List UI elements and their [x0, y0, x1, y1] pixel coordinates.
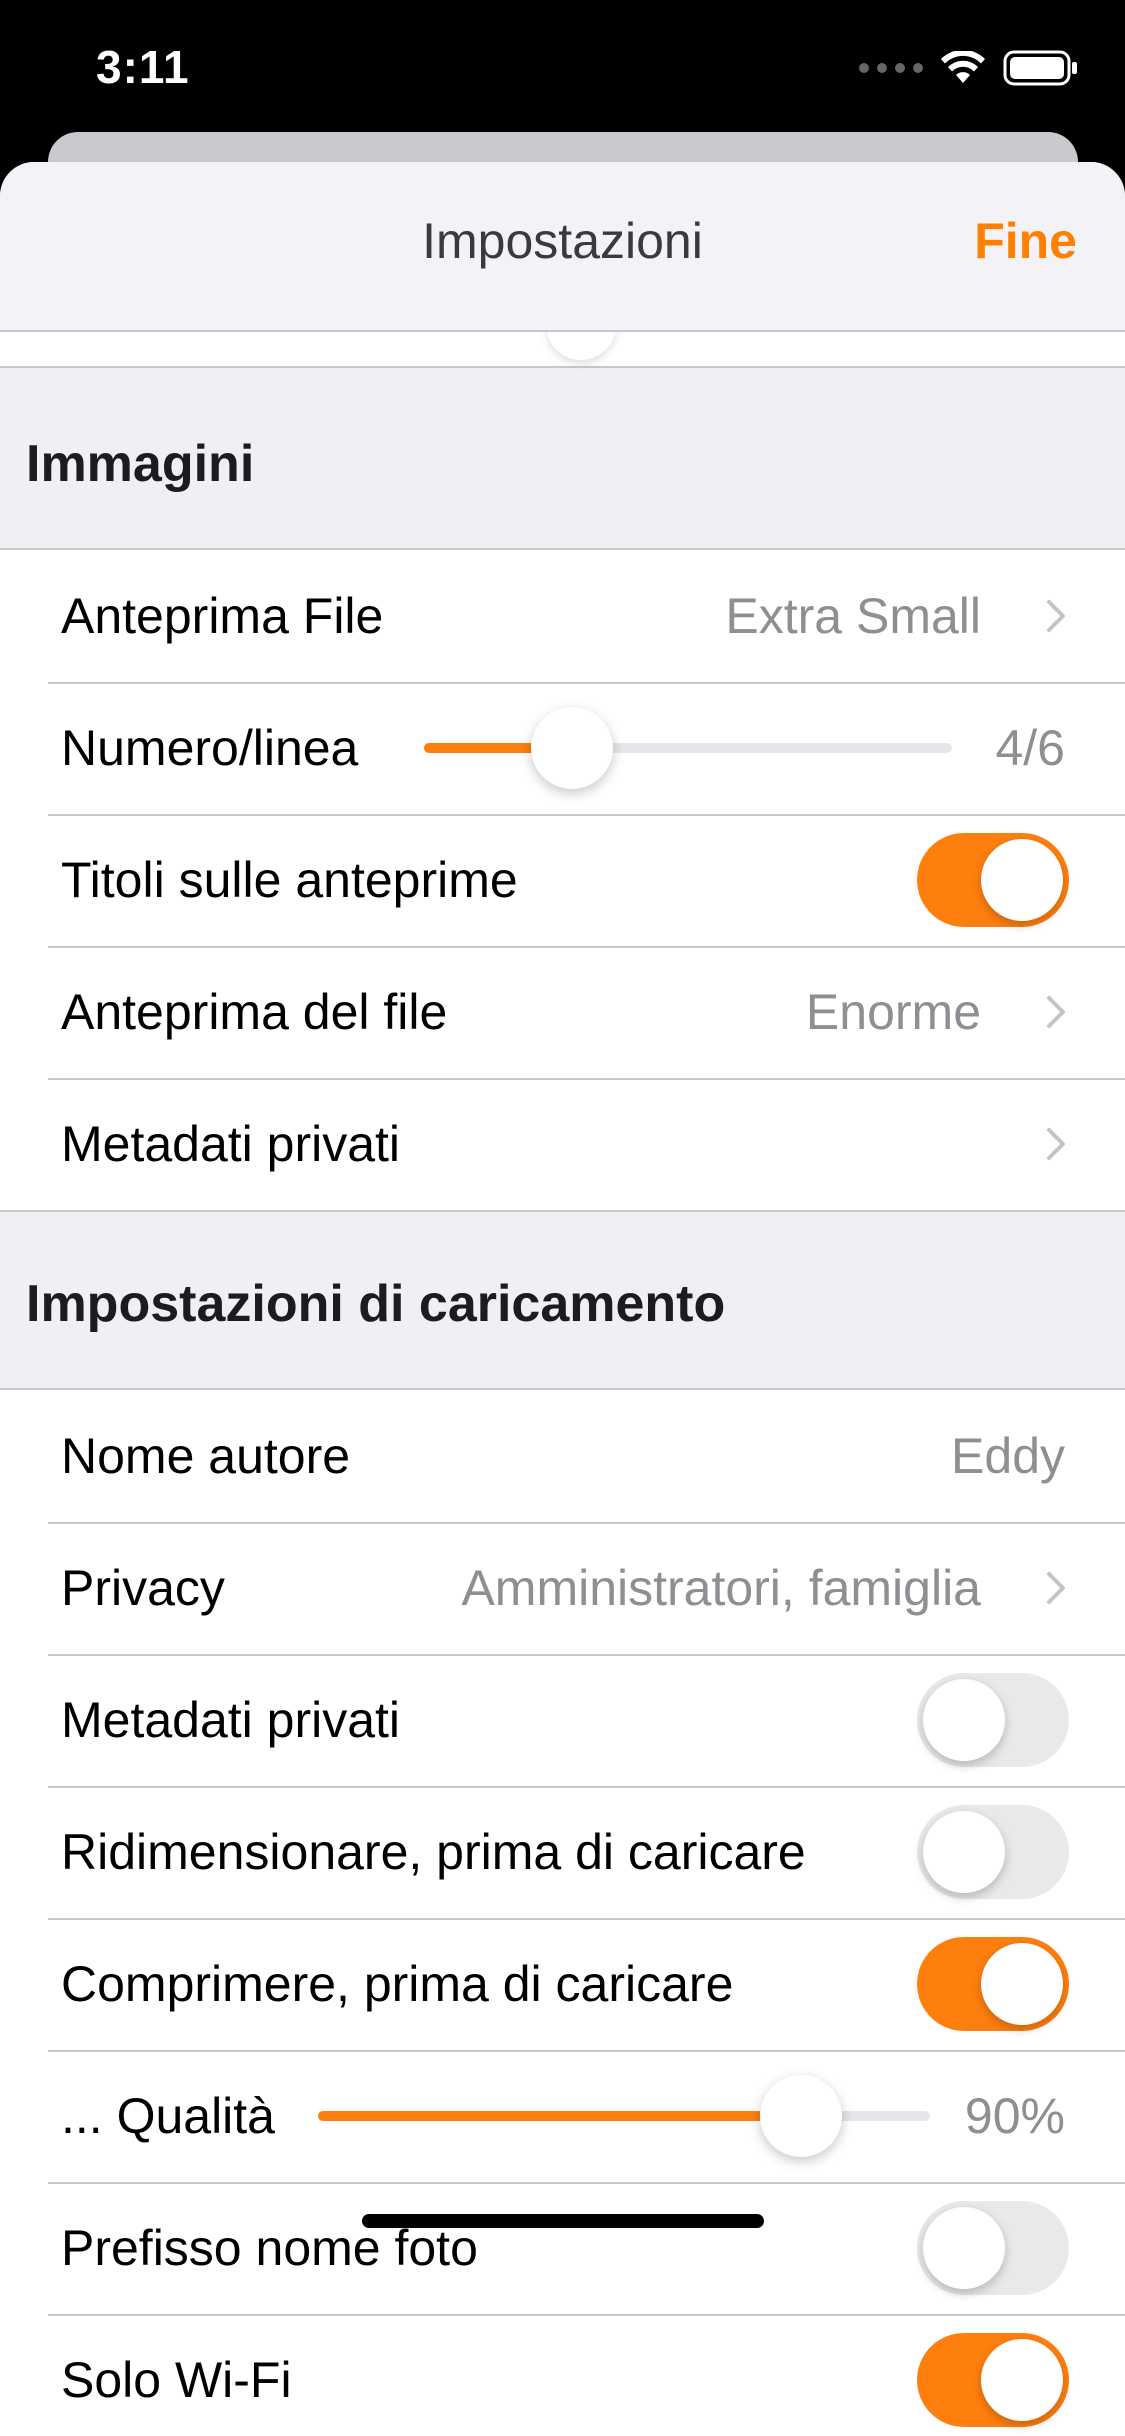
compress-before-upload-label: Comprimere, prima di caricare [61, 1956, 734, 2012]
done-button[interactable]: Fine [974, 212, 1077, 270]
strip-metadata-toggle[interactable] [917, 1673, 1069, 1767]
private-metadata-label: Metadati privati [61, 1116, 401, 1172]
status-bar: 3:11 [0, 0, 1125, 140]
images-per-row-label: Numero/linea [61, 720, 359, 776]
chevron-right-icon [1047, 1572, 1065, 1604]
chevron-right-icon [1047, 996, 1065, 1028]
images-per-row-row: Numero/linea 4/6 [0, 682, 1125, 814]
resize-before-upload-label: Ridimensionare, prima di caricare [61, 1824, 806, 1880]
resize-before-upload-toggle[interactable] [917, 1805, 1069, 1899]
wifi-only-label: Solo Wi-Fi [61, 2352, 292, 2408]
resize-before-upload-row: Ridimensionare, prima di caricare [0, 1786, 1125, 1918]
navigation-bar: Impostazioni Fine [0, 162, 1125, 332]
author-name-row[interactable]: Nome autore Eddy [0, 1390, 1125, 1522]
images-per-row-value: 4/6 [995, 720, 1065, 776]
wifi-icon [941, 51, 985, 83]
thumbnail-size-value: Extra Small [725, 588, 981, 644]
chevron-right-icon [1047, 1128, 1065, 1160]
quality-slider[interactable] [318, 2075, 930, 2157]
privacy-value: Amministratori, famiglia [461, 1560, 981, 1616]
status-icons [859, 50, 1079, 86]
slider-fill [318, 2111, 802, 2121]
photo-name-prefix-row: Prefisso nome foto [0, 2182, 1125, 2314]
strip-metadata-row: Metadati privati [0, 1654, 1125, 1786]
thumbnail-size-row[interactable]: Anteprima File Extra Small [0, 550, 1125, 682]
titles-on-thumbnails-row: Titoli sulle anteprime [0, 814, 1125, 946]
titles-on-thumbnails-toggle[interactable] [917, 833, 1069, 927]
titles-on-thumbnails-label: Titoli sulle anteprime [61, 852, 518, 908]
privacy-row[interactable]: Privacy Amministratori, famiglia [0, 1522, 1125, 1654]
author-name-value: Eddy [951, 1428, 1065, 1484]
file-preview-label: Anteprima del file [61, 984, 448, 1040]
compress-before-upload-row: Comprimere, prima di caricare [0, 1918, 1125, 2050]
section-header-upload: Impostazioni di caricamento [26, 1275, 726, 1333]
slider-thumb[interactable] [760, 2075, 843, 2157]
status-time: 3:11 [96, 41, 190, 93]
thumbnail-size-label: Anteprima File [61, 588, 384, 644]
photo-name-prefix-toggle[interactable] [917, 2201, 1069, 2295]
settings-sheet: Impostazioni Fine Immagini Anteprima Fil… [0, 162, 1125, 2436]
wifi-only-row: Solo Wi-Fi [0, 2314, 1125, 2436]
file-preview-value: Enorme [805, 984, 981, 1040]
quality-value: 90% [964, 2088, 1065, 2144]
section-header-images: Immagini [26, 435, 255, 493]
home-indicator [362, 2214, 764, 2228]
battery-icon [1003, 50, 1077, 86]
page-title: Impostazioni [422, 213, 703, 269]
file-preview-row[interactable]: Anteprima del file Enorme [0, 946, 1125, 1078]
images-group: Anteprima File Extra Small Numero/linea … [0, 548, 1125, 1212]
wifi-only-toggle[interactable] [917, 2333, 1069, 2427]
slider-thumb[interactable] [530, 707, 613, 789]
compress-before-upload-toggle[interactable] [917, 1937, 1069, 2031]
privacy-label: Privacy [61, 1560, 225, 1616]
previous-row-partial [0, 310, 1125, 368]
cellular-signal-icon [859, 63, 923, 73]
images-per-row-slider[interactable] [424, 707, 952, 789]
upload-group: Nome autore Eddy Privacy Amministratori,… [0, 1388, 1125, 2436]
strip-metadata-label: Metadati privati [61, 1692, 401, 1748]
quality-label: ... Qualità [61, 2088, 275, 2144]
quality-row: ... Qualità 90% [0, 2050, 1125, 2182]
author-name-label: Nome autore [61, 1428, 351, 1484]
private-metadata-row[interactable]: Metadati privati [0, 1078, 1125, 1210]
chevron-right-icon [1047, 600, 1065, 632]
